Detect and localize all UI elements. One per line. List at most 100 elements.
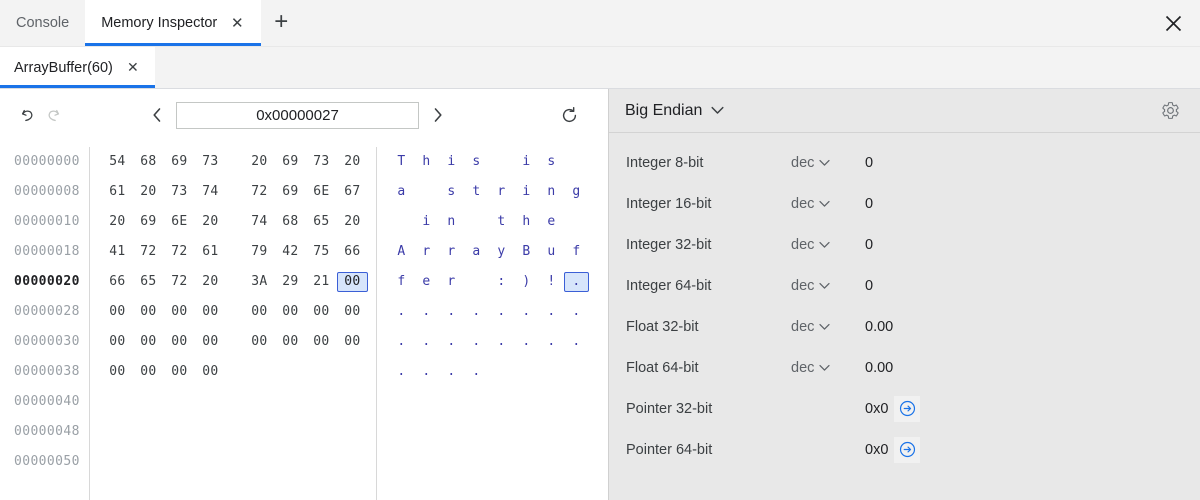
ascii-char[interactable]: A [389, 242, 414, 262]
ascii-char[interactable] [389, 221, 414, 223]
hex-byte[interactable]: 72 [164, 242, 195, 262]
hex-byte[interactable]: 66 [337, 242, 368, 262]
hex-byte[interactable]: 68 [275, 212, 306, 232]
hex-byte[interactable]: 73 [306, 152, 337, 172]
ascii-char[interactable]: ! [539, 272, 564, 292]
ascii-char[interactable]: . [414, 362, 439, 382]
value-mode-selector[interactable]: dec [791, 155, 865, 171]
hex-byte[interactable]: 41 [102, 242, 133, 262]
hex-byte[interactable]: 61 [102, 182, 133, 202]
hex-byte[interactable]: 00 [133, 362, 164, 382]
hex-byte[interactable]: 00 [133, 302, 164, 322]
hex-byte[interactable]: 67 [337, 182, 368, 202]
hex-byte[interactable]: 6E [164, 212, 195, 232]
hex-byte[interactable]: 00 [195, 362, 226, 382]
hex-byte[interactable]: 00 [244, 302, 275, 322]
ascii-char[interactable]: . [564, 302, 589, 322]
ascii-char[interactable] [564, 221, 589, 223]
hex-byte[interactable]: 21 [306, 272, 337, 292]
hex-byte[interactable]: 00 [164, 302, 195, 322]
ascii-char[interactable]: t [464, 182, 489, 202]
ascii-char[interactable]: i [514, 182, 539, 202]
buffer-tab-close-icon[interactable]: ✕ [125, 59, 141, 76]
hex-byte[interactable]: 00 [337, 302, 368, 322]
ascii-char[interactable]: T [389, 152, 414, 172]
hex-byte[interactable]: 68 [133, 152, 164, 172]
ascii-char[interactable]: a [464, 242, 489, 262]
ascii-char[interactable]: s [539, 152, 564, 172]
undo-button[interactable] [14, 102, 40, 128]
ascii-char[interactable]: i [514, 152, 539, 172]
ascii-char[interactable]: n [539, 182, 564, 202]
hex-byte[interactable]: 20 [133, 182, 164, 202]
ascii-char[interactable]: h [514, 212, 539, 232]
hex-byte[interactable]: 00 [306, 302, 337, 322]
ascii-char[interactable]: s [439, 182, 464, 202]
ascii-char[interactable] [489, 161, 514, 163]
hex-byte[interactable]: 6E [306, 182, 337, 202]
hex-byte[interactable]: 00 [195, 332, 226, 352]
hex-byte[interactable]: 72 [244, 182, 275, 202]
ascii-char[interactable]: f [389, 272, 414, 292]
ascii-char[interactable]: u [539, 242, 564, 262]
ascii-char[interactable]: i [439, 152, 464, 172]
ascii-char[interactable]: n [439, 212, 464, 232]
hex-byte[interactable]: 00 [102, 332, 133, 352]
redo-button[interactable] [40, 102, 66, 128]
hex-byte[interactable]: 00 [306, 332, 337, 352]
ascii-char[interactable]: e [539, 212, 564, 232]
ascii-char[interactable]: r [439, 272, 464, 292]
ascii-char[interactable] [464, 281, 489, 283]
value-mode-selector[interactable]: dec [791, 278, 865, 294]
ascii-char[interactable]: f [564, 242, 589, 262]
ascii-char[interactable]: a [389, 182, 414, 202]
hex-byte[interactable]: 79 [244, 242, 275, 262]
value-mode-selector[interactable]: dec [791, 319, 865, 335]
hex-byte[interactable]: 00 [244, 332, 275, 352]
hex-byte[interactable]: 69 [275, 182, 306, 202]
hex-byte[interactable]: 66 [102, 272, 133, 292]
hex-byte[interactable]: 65 [306, 212, 337, 232]
ascii-char[interactable] [464, 221, 489, 223]
ascii-char[interactable]: . [414, 302, 439, 322]
hex-byte[interactable]: 00 [275, 302, 306, 322]
hex-byte[interactable]: 69 [133, 212, 164, 232]
value-mode-selector[interactable]: dec [791, 196, 865, 212]
hex-byte[interactable]: 20 [337, 212, 368, 232]
hex-byte[interactable]: 00 [275, 332, 306, 352]
hex-byte[interactable]: 20 [102, 212, 133, 232]
value-mode-selector[interactable]: dec [791, 237, 865, 253]
ascii-char[interactable]: : [489, 272, 514, 292]
hex-byte[interactable]: 42 [275, 242, 306, 262]
ascii-char[interactable]: . [389, 332, 414, 352]
hex-byte[interactable]: 61 [195, 242, 226, 262]
tab-memory-inspector[interactable]: Memory Inspector ✕ [85, 0, 262, 46]
ascii-char[interactable]: . [389, 302, 414, 322]
ascii-char[interactable]: . [464, 362, 489, 382]
next-page-button[interactable] [425, 102, 451, 128]
hex-byte[interactable]: 00 [164, 362, 195, 382]
ascii-char[interactable]: . [489, 332, 514, 352]
hex-byte[interactable]: 20 [195, 212, 226, 232]
ascii-char[interactable]: e [414, 272, 439, 292]
ascii-char[interactable]: . [489, 302, 514, 322]
close-drawer-button[interactable] [1156, 6, 1190, 40]
ascii-char[interactable]: . [514, 332, 539, 352]
hex-byte[interactable]: 00 [133, 332, 164, 352]
ascii-char[interactable]: . [439, 362, 464, 382]
hex-byte[interactable]: 73 [195, 152, 226, 172]
ascii-char[interactable]: . [514, 302, 539, 322]
ascii-char[interactable]: . [439, 332, 464, 352]
hex-byte[interactable]: 00 [102, 302, 133, 322]
ascii-char[interactable]: . [464, 302, 489, 322]
ascii-char[interactable]: i [414, 212, 439, 232]
ascii-char[interactable]: . [564, 332, 589, 352]
ascii-char[interactable]: r [489, 182, 514, 202]
refresh-button[interactable] [556, 102, 582, 128]
ascii-char[interactable]: r [439, 242, 464, 262]
settings-button[interactable] [1156, 97, 1184, 125]
hex-byte[interactable]: 54 [102, 152, 133, 172]
hex-byte[interactable]: 20 [337, 152, 368, 172]
ascii-char[interactable]: . [563, 272, 589, 292]
buffer-tab[interactable]: ArrayBuffer(60) ✕ [0, 47, 155, 88]
